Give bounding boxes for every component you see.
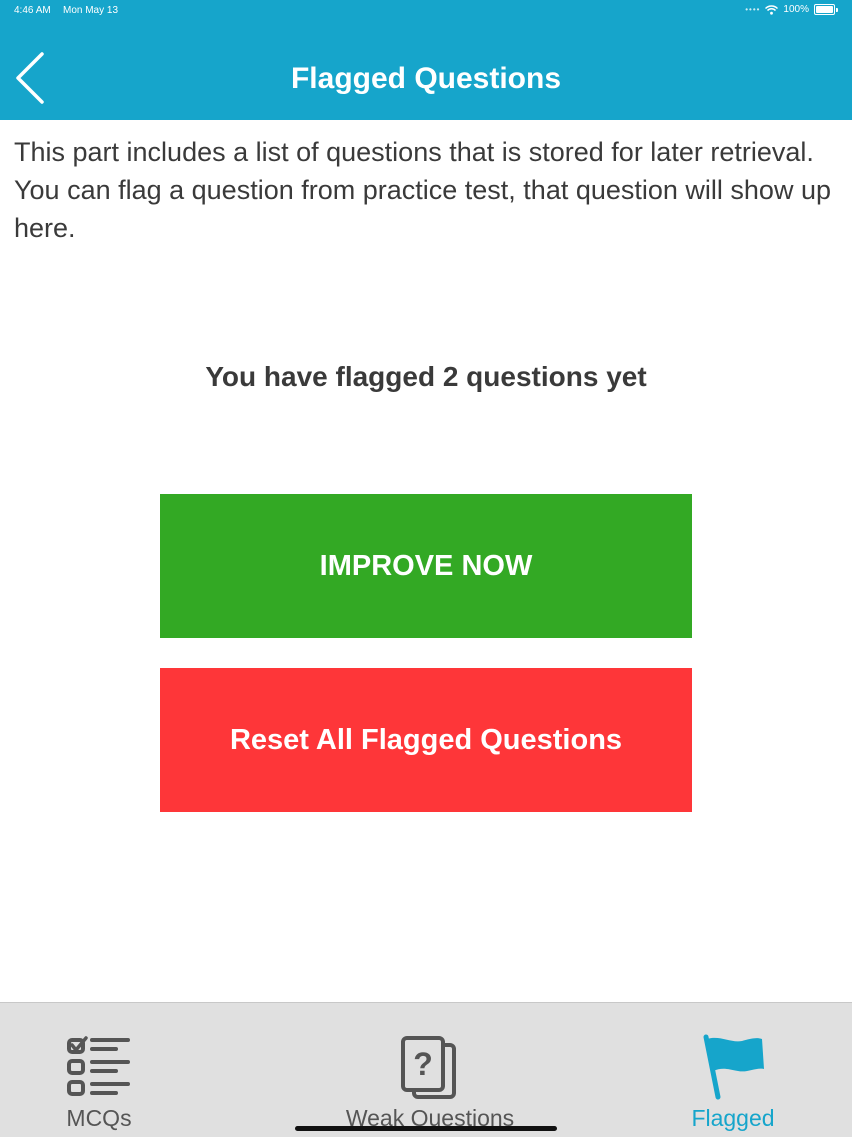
battery-percent: 100%: [783, 4, 809, 15]
tab-mcqs-label: MCQs: [66, 1105, 132, 1131]
flag-icon: [703, 1034, 764, 1100]
status-right: •••• 100%: [745, 4, 838, 15]
home-indicator[interactable]: [295, 1126, 557, 1131]
page-title: Flagged Questions: [290, 62, 562, 95]
header: 4:46 AM Mon May 13 •••• 100% Flagged Que…: [0, 0, 852, 120]
question-cards-icon: ?: [401, 1036, 456, 1099]
status-time: 4:46 AM: [14, 5, 51, 16]
improve-now-button[interactable]: IMPROVE NOW: [160, 494, 692, 638]
tab-flagged-label: Flagged: [691, 1105, 775, 1131]
wifi-icon: [765, 4, 779, 15]
reset-flagged-button[interactable]: Reset All Flagged Questions: [160, 668, 692, 812]
status-date: Mon May 13: [63, 5, 119, 16]
battery-tip: [836, 7, 838, 12]
tab-bar: MCQs ? Weak Questions Flagged: [0, 1002, 852, 1137]
tab-weak-questions[interactable]: ? Weak Questions: [330, 1003, 530, 1137]
intro-text: This part includes a list of questions t…: [14, 137, 831, 243]
battery-icon: [814, 4, 835, 15]
flag-count-text: You have flagged 2 questions yet: [205, 361, 647, 392]
checklist-icon: [67, 1036, 130, 1096]
multitask-dots-icon: ••••: [745, 5, 761, 14]
status-bar: 4:46 AM Mon May 13 •••• 100%: [0, 0, 852, 22]
tab-mcqs[interactable]: MCQs: [40, 1003, 158, 1137]
svg-text:?: ?: [413, 1046, 433, 1082]
tab-flagged[interactable]: Flagged: [672, 1003, 794, 1137]
